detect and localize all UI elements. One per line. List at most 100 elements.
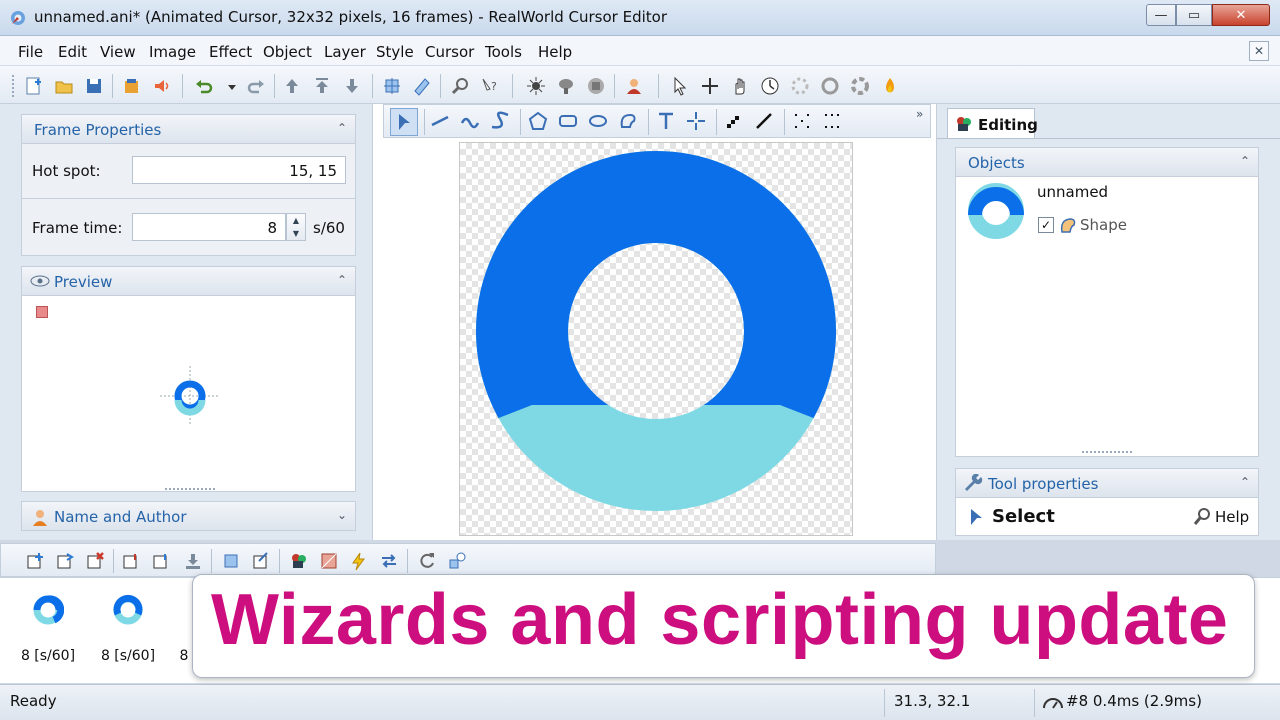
pixel-snap-icon[interactable] xyxy=(820,109,844,133)
help-icon[interactable] xyxy=(1192,507,1212,527)
menu-style[interactable]: Style xyxy=(376,43,414,61)
frame-crop-icon[interactable] xyxy=(219,549,243,573)
new-file-icon[interactable] xyxy=(22,74,46,98)
shape-label[interactable]: Shape xyxy=(1080,216,1127,234)
lamp-icon[interactable] xyxy=(554,74,578,98)
ring-icon[interactable] xyxy=(818,74,842,98)
freeform-shape-tool-icon[interactable] xyxy=(616,109,640,133)
delete-frame-icon[interactable] xyxy=(83,549,107,573)
collapse-chevron-icon[interactable]: ⌃ xyxy=(1240,154,1250,168)
spin-up-icon[interactable]: ▲ xyxy=(287,214,305,227)
save-icon[interactable] xyxy=(82,74,106,98)
arrow-cursor-icon[interactable] xyxy=(668,74,692,98)
move-frame-right-icon[interactable] xyxy=(149,549,173,573)
grid-snap-icon[interactable] xyxy=(790,109,814,133)
move-top-icon[interactable] xyxy=(310,74,334,98)
menu-tools[interactable]: Tools xyxy=(485,43,522,61)
redo-icon[interactable] xyxy=(244,74,268,98)
layers-icon[interactable] xyxy=(287,549,311,573)
collapse-chevron-icon[interactable]: ⌃ xyxy=(337,121,347,135)
insert-frame-icon[interactable] xyxy=(23,549,47,573)
bezier-tool-icon[interactable] xyxy=(488,109,512,133)
menu-object[interactable]: Object xyxy=(263,43,312,61)
context-help-icon[interactable]: ? xyxy=(478,74,502,98)
spinner-icon[interactable] xyxy=(788,74,812,98)
frame-thumbnail[interactable]: 8 [s/60] xyxy=(8,578,88,678)
hand-cursor-icon[interactable] xyxy=(728,74,752,98)
sound-icon[interactable] xyxy=(150,74,174,98)
effect-lightning-icon[interactable] xyxy=(347,549,371,573)
transform-icon[interactable] xyxy=(410,74,434,98)
fire-icon[interactable] xyxy=(878,74,902,98)
save-as-cursor-icon[interactable] xyxy=(120,74,144,98)
busy-cursor-icon[interactable] xyxy=(758,74,782,98)
menu-cursor[interactable]: Cursor xyxy=(425,43,474,61)
close-button[interactable]: ✕ xyxy=(1212,4,1270,26)
frame-time-input[interactable]: 8 xyxy=(132,213,286,241)
minimize-button[interactable]: — xyxy=(1146,4,1176,26)
help-link[interactable]: Help xyxy=(1215,508,1249,526)
curve-tool-icon[interactable] xyxy=(458,109,482,133)
menu-image[interactable]: Image xyxy=(149,43,196,61)
menu-help[interactable]: Help xyxy=(538,43,572,61)
refresh-icon[interactable] xyxy=(415,549,439,573)
preview-header[interactable]: Preview ⌃ xyxy=(21,266,356,296)
tool-properties-header[interactable]: Tool properties ⌃ xyxy=(955,468,1259,498)
crop-icon[interactable] xyxy=(380,74,404,98)
frame-properties-header[interactable]: Frame Properties ⌃ xyxy=(21,114,356,144)
open-folder-icon[interactable] xyxy=(52,74,76,98)
lifebuoy-icon[interactable] xyxy=(848,74,872,98)
collapse-chevron-icon[interactable]: ⌃ xyxy=(337,273,347,287)
move-cursor-icon[interactable] xyxy=(698,74,722,98)
frame-time-stepper[interactable]: ▲ ▼ xyxy=(286,213,306,241)
rounded-rect-tool-icon[interactable] xyxy=(556,109,580,133)
frame-down-icon[interactable] xyxy=(181,549,205,573)
zoom-icon[interactable] xyxy=(448,74,472,98)
name-author-header[interactable]: Name and Author ⌄ xyxy=(21,501,356,531)
expand-chevron-icon[interactable]: ⌄ xyxy=(337,508,347,522)
move-up-icon[interactable] xyxy=(280,74,304,98)
menu-edit[interactable]: Edit xyxy=(58,43,87,61)
text-tool-icon[interactable] xyxy=(654,109,678,133)
swap-icon[interactable] xyxy=(377,549,401,573)
pixel-line-tool-icon[interactable] xyxy=(722,109,746,133)
pattern-icon[interactable] xyxy=(317,549,341,573)
shape-visible-checkbox[interactable]: ✓ xyxy=(1038,217,1054,233)
menu-view[interactable]: View xyxy=(100,43,136,61)
maximize-button[interactable]: ▭ xyxy=(1176,4,1212,26)
menu-layer[interactable]: Layer xyxy=(324,43,366,61)
frame-transform-icon[interactable] xyxy=(249,549,273,573)
tab-editing[interactable]: Editing xyxy=(947,108,1038,138)
move-frame-left-icon[interactable] xyxy=(119,549,143,573)
undo-dropdown-icon[interactable] xyxy=(220,74,244,98)
preview-cursor-image xyxy=(160,366,220,426)
polygon-tool-icon[interactable] xyxy=(526,109,550,133)
menu-file[interactable]: File xyxy=(18,43,43,61)
user-icon[interactable] xyxy=(622,74,646,98)
objects-header[interactable]: Objects ⌃ xyxy=(955,147,1259,177)
move-down-icon[interactable] xyxy=(340,74,364,98)
line-tool-icon[interactable] xyxy=(428,109,452,133)
hotspot-input[interactable]: 15, 15 xyxy=(132,156,346,184)
ellipse-tool-icon[interactable] xyxy=(586,109,610,133)
toolbar-grip[interactable] xyxy=(12,75,15,97)
stop-icon[interactable] xyxy=(584,74,608,98)
object-name[interactable]: unnamed xyxy=(1037,183,1108,201)
select-tool-icon[interactable] xyxy=(390,108,418,136)
spin-down-icon[interactable]: ▼ xyxy=(287,227,305,240)
shape-icon xyxy=(1060,218,1076,233)
cursor-ring-shape[interactable] xyxy=(460,143,852,535)
collapse-chevron-icon[interactable]: ⌃ xyxy=(1240,475,1250,489)
brightness-icon[interactable] xyxy=(524,74,548,98)
menu-effect[interactable]: Effect xyxy=(209,43,252,61)
preview-background-swatch[interactable] xyxy=(36,306,48,318)
mdi-close-button[interactable]: ✕ xyxy=(1249,41,1269,61)
duplicate-frame-icon[interactable] xyxy=(53,549,77,573)
smooth-line-tool-icon[interactable] xyxy=(752,109,776,133)
image-canvas[interactable] xyxy=(459,142,853,536)
undo-icon[interactable] xyxy=(192,74,216,98)
frame-time-unit: s/60 xyxy=(313,219,345,237)
hotspot-tool-icon[interactable] xyxy=(684,109,708,133)
frame-properties-icon[interactable] xyxy=(445,549,469,573)
toolbar-overflow-icon[interactable]: » xyxy=(916,107,923,121)
